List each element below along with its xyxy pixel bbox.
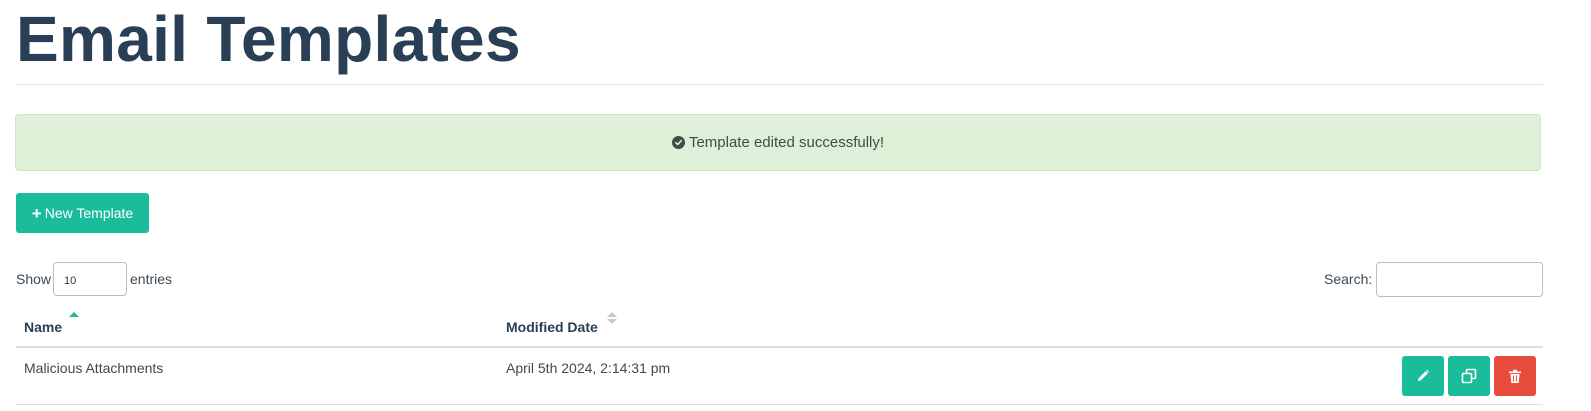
entries-label: entries bbox=[130, 271, 173, 287]
show-label: Show bbox=[16, 271, 52, 287]
new-template-button[interactable]: + New Template bbox=[16, 193, 149, 233]
email-templates-page: Email Templates Template edited successf… bbox=[0, 0, 1591, 411]
sort-ascending-icon[interactable] bbox=[69, 312, 79, 317]
sort-unsorted-icon[interactable] bbox=[607, 312, 617, 326]
pencil-icon bbox=[1418, 369, 1430, 381]
plus-icon: + bbox=[31, 203, 42, 223]
search-input[interactable] bbox=[1376, 262, 1543, 297]
trash-icon bbox=[1509, 369, 1521, 383]
entries-per-page-select[interactable]: 10 bbox=[53, 262, 127, 296]
column-header-modified-date[interactable]: Modified Date bbox=[506, 318, 598, 336]
edit-template-button[interactable] bbox=[1402, 356, 1444, 396]
delete-template-button[interactable] bbox=[1494, 356, 1536, 396]
search-label: Search: bbox=[1324, 271, 1373, 287]
column-header-name[interactable]: Name bbox=[24, 318, 62, 336]
table-row-divider bbox=[16, 404, 1543, 405]
copy-icon bbox=[1461, 368, 1477, 384]
copy-template-button[interactable] bbox=[1448, 356, 1490, 396]
page-title: Email Templates bbox=[16, 3, 521, 75]
check-circle-icon bbox=[671, 136, 685, 149]
modified-date-cell: April 5th 2024, 2:14:31 pm bbox=[506, 360, 671, 376]
template-name-cell: Malicious Attachments bbox=[24, 360, 164, 376]
table-header-divider bbox=[16, 346, 1543, 348]
success-alert: Template edited successfully! bbox=[15, 114, 1541, 171]
alert-message: Template edited successfully! bbox=[688, 134, 885, 151]
new-template-label: New Template bbox=[44, 205, 134, 221]
title-divider bbox=[16, 84, 1543, 85]
